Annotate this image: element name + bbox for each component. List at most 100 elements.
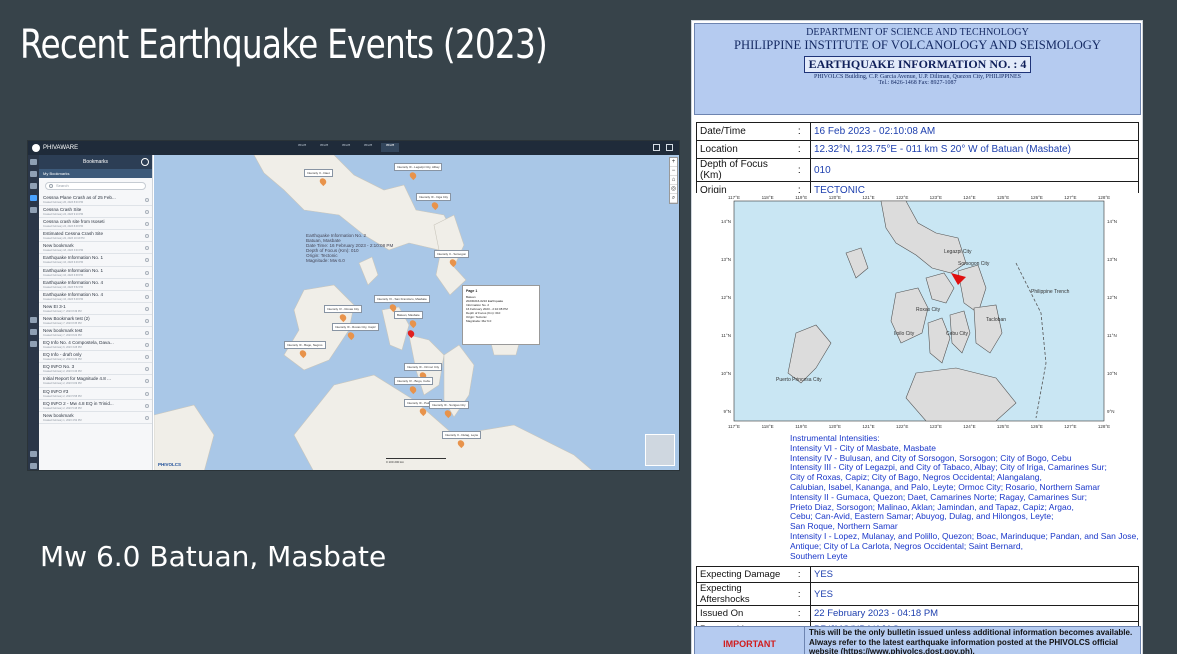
bookmark-menu-icon[interactable] xyxy=(145,222,149,227)
map-intensity-label[interactable]: Intensity III - Legazpi City, Albay xyxy=(394,163,443,171)
bookmark-item[interactable]: New bookmark test Created February 7, 202… xyxy=(39,327,152,340)
grid-icon[interactable] xyxy=(666,144,673,151)
map-place-label: Philippine Trench xyxy=(1031,289,1070,295)
bookmark-menu-icon[interactable] xyxy=(145,379,149,384)
bookmark-title: New bookmark xyxy=(43,412,74,418)
app-logo[interactable]: PHIVAWARE xyxy=(32,144,78,152)
bookmark-menu-icon[interactable] xyxy=(145,415,149,420)
locate-icon[interactable]: ◎ xyxy=(670,185,677,194)
bookmark-menu-icon[interactable] xyxy=(145,318,149,323)
bookmark-item[interactable]: Cessna Crash Site Created February 24, 20… xyxy=(39,206,152,219)
settings-icon[interactable] xyxy=(30,451,37,457)
bookmark-date: Created February 2, 2023 6:09 PM xyxy=(43,382,82,386)
bookmark-menu-icon[interactable] xyxy=(145,258,149,263)
map-intensity-label[interactable]: Intensity IV - Bogo, Cebu xyxy=(394,377,434,385)
bookmark-menu-icon[interactable] xyxy=(145,294,149,299)
bookmark-item[interactable]: EQ Info - draft only Created February 2, … xyxy=(39,351,152,364)
map-intensity-label[interactable]: Intensity II - Sorsogon xyxy=(434,250,470,258)
bookmark-item[interactable]: Cessna Plane Crash as of 25 Feb... Create… xyxy=(39,194,152,207)
map-latitude-label: 12°N xyxy=(721,295,731,300)
bookmark-item[interactable]: New bookmark Created February 1, 2023 4:5… xyxy=(39,412,152,424)
bookmark-menu-icon[interactable] xyxy=(145,355,149,360)
epicenter-map-figure: 117°E 117°E 118°E 118°E 119°E 119°E 120°E 120°E… xyxy=(721,195,1117,429)
map-longitude-label: 125°E xyxy=(997,195,1009,200)
bookmark-item[interactable]: Estimated Cessna Crash Site Created Febru… xyxy=(39,230,152,243)
home-icon[interactable]: ⌂ xyxy=(670,176,677,185)
map-intensity-label[interactable]: Intensity III - Ormoc City xyxy=(404,363,443,371)
bookmark-title: Initial Report for Magnitude 4.8 ... xyxy=(43,376,111,382)
map-longitude-label: 123°E xyxy=(930,195,942,200)
bookmark-item[interactable]: New bookmark Created February 18, 2023 3:… xyxy=(39,242,152,255)
map-intensity-label[interactable]: Intensity II - Dulag, Leyte xyxy=(442,431,482,439)
info-icon[interactable] xyxy=(30,317,37,323)
map-popup[interactable]: Page 1 Batuan 20230216-0210 Earthquake Inf… xyxy=(462,285,540,345)
bookmark-menu-icon[interactable] xyxy=(145,210,149,215)
user-icon[interactable] xyxy=(30,341,37,347)
map-brand: PHIVOLCS xyxy=(158,462,182,467)
map-intensity-label[interactable]: Intensity II - Daet xyxy=(304,169,333,177)
topbar-tools xyxy=(653,144,673,151)
video-icon[interactable] xyxy=(30,207,37,213)
basemap-toggle[interactable] xyxy=(645,434,675,466)
bookmark-item[interactable]: Earthquake Information No. 4 Created Febr… xyxy=(39,279,152,291)
map-latitude-label: 14°N xyxy=(1107,219,1117,224)
map-intensity-label[interactable]: Intensity III - Bago, Negros xyxy=(284,341,326,349)
timeline-tab[interactable]: 05/2/8 xyxy=(337,143,355,152)
bookmark-item[interactable]: EQ INFO 2 - Mw 4.8 EQ in Trinid... Create… xyxy=(39,400,152,412)
zoom-out-button[interactable]: − xyxy=(670,167,677,176)
bookmark-item[interactable]: EQ INFO No. 3 Created February 2, 2023 6:… xyxy=(39,363,152,376)
bookmark-item[interactable]: Earthquake Information No. 4 Created Febr… xyxy=(39,291,152,303)
search-icon[interactable]: ⌕ xyxy=(670,194,677,203)
bookmark-menu-icon[interactable] xyxy=(145,306,149,311)
bookmark-item[interactable]: Earthquake Information No. 1 Created Febr… xyxy=(39,267,152,279)
bookmark-item[interactable]: New Bookmark test (2) Created February 7,… xyxy=(39,315,152,328)
map-intensity-label[interactable]: Batuan, Masbate xyxy=(394,311,423,319)
popup-title: Page 1 xyxy=(466,289,478,293)
tab-my-bookmarks[interactable]: My Bookmarks xyxy=(39,169,152,178)
bookmark-menu-icon[interactable] xyxy=(145,234,149,239)
bookmark-menu-icon[interactable] xyxy=(145,282,149,287)
timeline-tab[interactable]: 05/2/8 xyxy=(315,143,333,152)
department-name: DEPARTMENT OF SCIENCE AND TECHNOLOGY xyxy=(806,27,1029,38)
bookmark-menu-icon[interactable] xyxy=(145,246,149,251)
bookmark-menu-icon[interactable] xyxy=(145,198,149,202)
help-icon[interactable] xyxy=(30,463,37,469)
map-intensity-label[interactable]: Intensity III - Iriga City xyxy=(416,193,452,201)
map-intensity-label[interactable]: Intensity IV - Roxas City xyxy=(324,305,363,313)
timeline-tab[interactable]: 05/2/8 xyxy=(359,143,377,152)
bookmark-search-input[interactable]: Search xyxy=(45,182,146,190)
bookmark-item[interactable]: EQ INFO #3 Created February 2, 2023 5:58 … xyxy=(39,388,152,400)
detail-row: Expecting Damage: YES xyxy=(696,566,1139,583)
map-intensity-label[interactable]: Intensity VI - San Francisco, Masbate xyxy=(374,295,430,303)
map-view[interactable]: Earthquake Information No. 2 Batuan, Mas… xyxy=(154,155,679,470)
timeline-tab-active[interactable]: 05/2/8 xyxy=(381,143,399,152)
bookmark-menu-icon[interactable] xyxy=(145,343,149,348)
layers-icon[interactable] xyxy=(30,159,37,165)
timeline-tab[interactable]: 05/2/8 xyxy=(293,143,311,152)
bookmark-title: Earthquake Information No. 4 xyxy=(43,279,104,285)
star-icon[interactable] xyxy=(30,195,37,201)
bookmark-menu-icon[interactable] xyxy=(145,367,149,372)
bookmark-date: Created February 2, 2023 5:48 PM xyxy=(43,406,82,410)
bookmark-item[interactable]: EQ Info No. 4 Compostela, Dava... Created… xyxy=(39,339,152,352)
bookmark-item[interactable]: Cessna crash site from Isoseti Created Fe… xyxy=(39,218,152,231)
target-icon[interactable] xyxy=(30,171,37,177)
map-intensity-label[interactable]: Intensity III - Roxas City, Capiz xyxy=(332,323,379,331)
bookmark-item[interactable]: Initial Report for Magnitude 4.8 ... Crea… xyxy=(39,375,152,388)
print-icon[interactable] xyxy=(653,144,660,151)
bookmark-add-icon[interactable] xyxy=(141,158,149,166)
map-latitude-label: 11°N xyxy=(721,333,731,338)
zoom-in-button[interactable]: + xyxy=(670,158,677,167)
map-intensity-label[interactable]: Intensity III - Surigao City xyxy=(429,401,469,409)
bookmark-item[interactable]: Earthquake Information No. 1 Created Febr… xyxy=(39,254,152,267)
bell-icon[interactable] xyxy=(30,183,37,189)
bookmark-menu-icon[interactable] xyxy=(145,403,149,408)
bookmark-item[interactable]: New EI 3-1 Created February 7, 2023 8:49 … xyxy=(39,303,152,315)
map-place-label: Roxas City xyxy=(916,307,941,313)
map-latitude-label: 9°N xyxy=(723,409,731,414)
phone-icon[interactable] xyxy=(30,329,37,335)
bookmark-menu-icon[interactable] xyxy=(145,331,149,336)
map-longitude-label: 123°E xyxy=(930,424,942,429)
bookmark-menu-icon[interactable] xyxy=(145,391,149,396)
bookmark-menu-icon[interactable] xyxy=(145,270,149,275)
